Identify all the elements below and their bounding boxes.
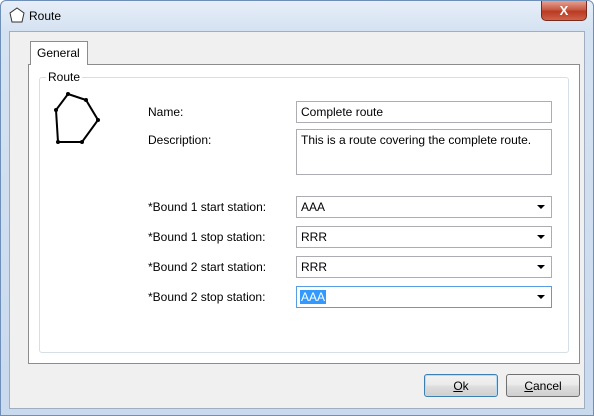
ok-mnemonic: O bbox=[453, 378, 463, 393]
bound2-stop-value: AAA bbox=[300, 290, 327, 304]
bound2-stop-select[interactable]: AAA bbox=[296, 286, 552, 308]
route-dialog: Route X General Route Name: Complete rou… bbox=[0, 0, 594, 416]
cancel-label-rest: ancel bbox=[532, 378, 562, 393]
bound1-start-label: *Bound 1 start station: bbox=[148, 200, 267, 214]
bound1-start-select[interactable]: AAA bbox=[296, 196, 552, 218]
groupbox-legend: Route bbox=[46, 70, 83, 84]
window-title: Route bbox=[29, 9, 62, 23]
description-field[interactable]: This is a route covering the complete ro… bbox=[296, 129, 552, 175]
chevron-down-icon bbox=[537, 235, 545, 239]
name-label: Name: bbox=[148, 105, 184, 119]
close-icon: X bbox=[559, 3, 569, 18]
bound2-start-select[interactable]: RRR bbox=[296, 256, 552, 278]
ok-button[interactable]: Ok bbox=[424, 374, 498, 397]
close-button[interactable]: X bbox=[541, 1, 587, 21]
description-value: This is a route covering the complete ro… bbox=[301, 133, 532, 147]
title-bar[interactable]: Route X bbox=[1, 1, 593, 31]
bound2-start-label: *Bound 2 start station: bbox=[148, 260, 267, 274]
tab-general[interactable]: General bbox=[30, 41, 88, 65]
bound1-stop-value: RRR bbox=[301, 230, 327, 244]
chevron-down-icon bbox=[537, 205, 545, 209]
bound1-start-value: AAA bbox=[301, 200, 326, 214]
bound1-stop-select[interactable]: RRR bbox=[296, 226, 552, 248]
pentagon-outline-icon bbox=[9, 7, 25, 23]
name-value: Complete route bbox=[301, 105, 384, 119]
dialog-client-area: General Route Name: Complete route Descr… bbox=[9, 31, 585, 409]
tab-general-label: General bbox=[37, 46, 80, 60]
cancel-button[interactable]: Cancel bbox=[506, 374, 580, 397]
general-tab-panel: Route Name: Complete route Description: bbox=[28, 64, 580, 364]
cancel-mnemonic: C bbox=[524, 378, 533, 393]
route-groupbox: Route Name: Complete route Description: bbox=[39, 70, 569, 353]
description-label: Description: bbox=[148, 133, 212, 147]
chevron-down-icon bbox=[537, 295, 545, 299]
bound2-stop-label: *Bound 2 stop station: bbox=[148, 290, 266, 304]
ok-label-rest: k bbox=[462, 378, 469, 393]
name-field[interactable]: Complete route bbox=[296, 101, 552, 123]
route-polygon-icon bbox=[54, 92, 100, 144]
bound2-start-value: RRR bbox=[301, 260, 327, 274]
bound1-stop-label: *Bound 1 stop station: bbox=[148, 230, 266, 244]
chevron-down-icon bbox=[537, 265, 545, 269]
